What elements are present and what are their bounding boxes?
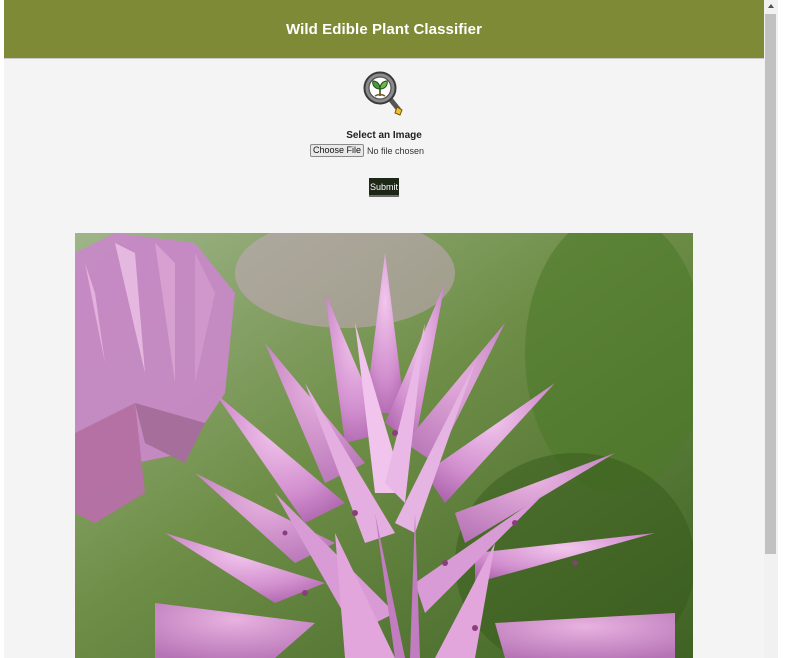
app-header: Wild Edible Plant Classifier bbox=[4, 0, 764, 59]
scroll-up-icon[interactable] bbox=[767, 2, 775, 10]
window-edge bbox=[778, 0, 785, 658]
file-status-text: No file chosen bbox=[367, 145, 425, 156]
page-viewport: Wild Edible Plant Classifier Select an I… bbox=[4, 0, 764, 658]
uploaded-plant-image bbox=[75, 233, 693, 658]
file-input[interactable]: Choose File No file chosen bbox=[310, 144, 424, 157]
select-image-label: Select an Image bbox=[346, 130, 422, 141]
choose-file-button[interactable]: Choose File bbox=[310, 144, 365, 157]
submit-button[interactable]: Submit bbox=[369, 178, 399, 197]
magnifier-seedling-icon bbox=[361, 66, 407, 118]
scrollbar-thumb[interactable] bbox=[765, 14, 776, 554]
app-title: Wild Edible Plant Classifier bbox=[285, 20, 483, 38]
vertical-scrollbar[interactable] bbox=[764, 0, 778, 658]
flower-photo-svg bbox=[75, 233, 693, 658]
